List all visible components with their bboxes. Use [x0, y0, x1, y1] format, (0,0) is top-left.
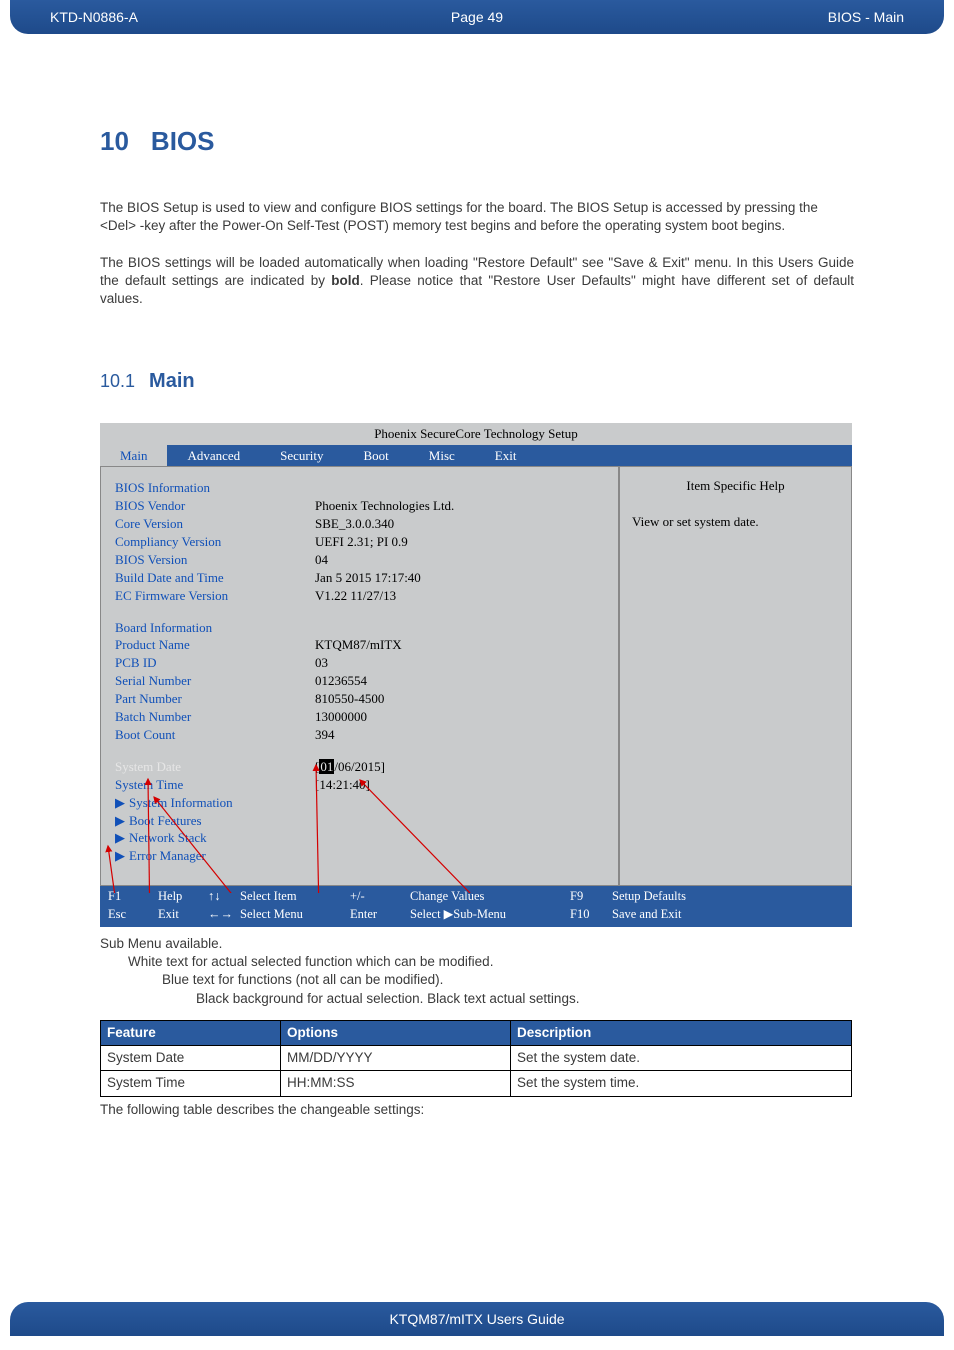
bios-row: Boot Count394 — [115, 726, 604, 744]
bios-tab-security[interactable]: Security — [260, 445, 343, 467]
th-description: Description — [511, 1020, 852, 1045]
bios-row: Batch Number13000000 — [115, 708, 604, 726]
doc-header: KTD-N0886-A Page 49 BIOS - Main — [10, 0, 944, 34]
bios-screenshot: Phoenix SecureCore Technology Setup Main… — [100, 423, 852, 927]
bios-row: BIOS VendorPhoenix Technologies Ltd. — [115, 497, 604, 515]
bios-tab-exit[interactable]: Exit — [475, 445, 537, 467]
bios-row: Core VersionSBE_3.0.0.340 — [115, 515, 604, 533]
bios-main-pane: BIOS Information BIOS VendorPhoenix Tech… — [101, 467, 619, 885]
bios-help-pane: Item Specific Help View or set system da… — [619, 467, 851, 885]
bios-window-title: Phoenix SecureCore Technology Setup — [100, 423, 852, 445]
legend-line: Blue text for functions (not all can be … — [162, 971, 854, 989]
intro-paragraph-2: The BIOS settings will be loaded automat… — [100, 254, 854, 309]
bios-date-selected-field[interactable]: 01 — [319, 759, 334, 774]
header-right: BIOS - Main — [619, 9, 904, 25]
bios-tab-misc[interactable]: Misc — [409, 445, 475, 467]
bios-row: Part Number810550-4500 — [115, 690, 604, 708]
note-after-table: The following table describes the change… — [100, 1101, 854, 1119]
annotation-legend: Sub Menu available. White text for actua… — [100, 935, 854, 1008]
header-left: KTD-N0886-A — [50, 9, 335, 25]
bios-row: Product NameKTQM87/mITX — [115, 636, 604, 654]
bios-submenu-network-stack[interactable]: ▶Network Stack — [115, 829, 604, 847]
bios-body: BIOS Information BIOS VendorPhoenix Tech… — [100, 466, 852, 886]
section-heading: 10 BIOS — [100, 124, 854, 159]
bios-submenu-error-manager[interactable]: ▶Error Manager — [115, 847, 604, 865]
heading-title: BIOS — [151, 124, 215, 159]
bios-row: BIOS Version04 — [115, 551, 604, 569]
table-row: System Time HH:MM:SS Set the system time… — [101, 1071, 852, 1096]
bios-submenu-system-information[interactable]: ▶System Information — [115, 794, 604, 812]
intro-paragraph-1: The BIOS Setup is used to view and confi… — [100, 199, 854, 235]
options-table: Feature Options Description System Date … — [100, 1020, 852, 1097]
triangle-right-icon: ▶ — [115, 813, 125, 828]
triangle-right-icon: ▶ — [115, 830, 125, 845]
bios-tab-main[interactable]: Main — [100, 445, 167, 467]
subheading-number: 10.1 — [100, 369, 135, 393]
bios-section-bios-info: BIOS Information — [115, 479, 604, 497]
bios-system-time[interactable]: System Time [14:21:40] — [115, 776, 604, 794]
legend-line: Black background for actual selection. B… — [196, 990, 854, 1008]
th-options: Options — [281, 1020, 511, 1045]
bios-section-board-info: Board Information — [115, 619, 604, 637]
bios-row: Serial Number01236554 — [115, 672, 604, 690]
triangle-right-icon: ▶ — [115, 848, 125, 863]
page-content: 10 BIOS The BIOS Setup is used to view a… — [0, 34, 954, 1119]
table-row: System Date MM/DD/YYYY Set the system da… — [101, 1046, 852, 1071]
bios-row: Compliancy VersionUEFI 2.31; PI 0.9 — [115, 533, 604, 551]
bios-tabs: Main Advanced Security Boot Misc Exit — [100, 445, 852, 467]
th-feature: Feature — [101, 1020, 281, 1045]
bios-row: PCB ID03 — [115, 654, 604, 672]
subsection-heading: 10.1 Main — [100, 368, 854, 395]
header-page: Page 49 — [335, 9, 620, 25]
legend-line: Sub Menu available. — [100, 935, 854, 953]
bios-footer-keys: F1 Help ↑↓ Select Item +/- Change Values… — [100, 886, 852, 927]
footer-title: KTQM87/mITX Users Guide — [389, 1311, 564, 1327]
bios-tab-advanced[interactable]: Advanced — [167, 445, 260, 467]
bios-tab-boot[interactable]: Boot — [343, 445, 408, 467]
heading-number: 10 — [100, 124, 129, 159]
bios-system-date[interactable]: System Date [01/06/2015] — [115, 758, 604, 776]
legend-line: White text for actual selected function … — [128, 953, 854, 971]
doc-footer: KTQM87/mITX Users Guide — [10, 1302, 944, 1336]
subheading-title: Main — [149, 368, 195, 395]
bios-row: EC Firmware VersionV1.22 11/27/13 — [115, 587, 604, 605]
bios-help-text: View or set system date. — [632, 513, 839, 531]
bios-row: Build Date and TimeJan 5 2015 17:17:40 — [115, 569, 604, 587]
bios-help-title: Item Specific Help — [632, 477, 839, 495]
bios-submenu-boot-features[interactable]: ▶Boot Features — [115, 812, 604, 830]
triangle-right-icon: ▶ — [115, 795, 125, 810]
